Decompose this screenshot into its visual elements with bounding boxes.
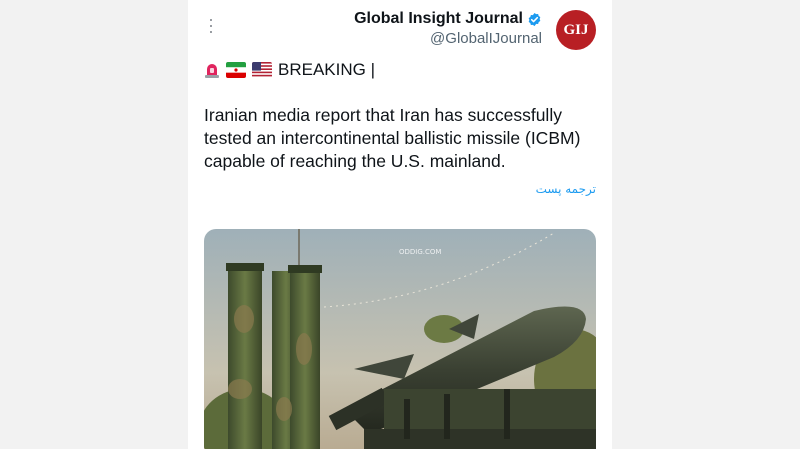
avatar[interactable]: GIJ: [556, 10, 596, 50]
breaking-label: BREAKING |: [278, 60, 375, 79]
us-flag-icon: [252, 62, 272, 78]
post-text: Iranian media report that Iran has succe…: [204, 105, 581, 171]
author-block[interactable]: Global Insight Journal @GlobalIJournal: [354, 10, 542, 47]
more-icon[interactable]: · · ·: [206, 10, 216, 40]
breaking-line: BREAKING |: [204, 60, 375, 80]
image-watermark: ODDIG.COM: [399, 248, 441, 256]
translate-post-link[interactable]: ترجمه پست: [536, 182, 596, 196]
post-card: · · · Global Insight Journal @GlobalIJourn…: [188, 0, 612, 449]
verified-badge-icon: [528, 12, 541, 26]
post-image[interactable]: ODDIG.COM: [204, 229, 596, 449]
iran-flag-icon: [226, 62, 246, 78]
missile-scene-image: ODDIG.COM: [204, 229, 596, 449]
author-handle[interactable]: @GlobalIJournal: [354, 30, 542, 47]
author-name[interactable]: Global Insight Journal: [354, 10, 523, 28]
avatar-text: GIJ: [563, 21, 589, 38]
siren-icon: [205, 64, 219, 78]
